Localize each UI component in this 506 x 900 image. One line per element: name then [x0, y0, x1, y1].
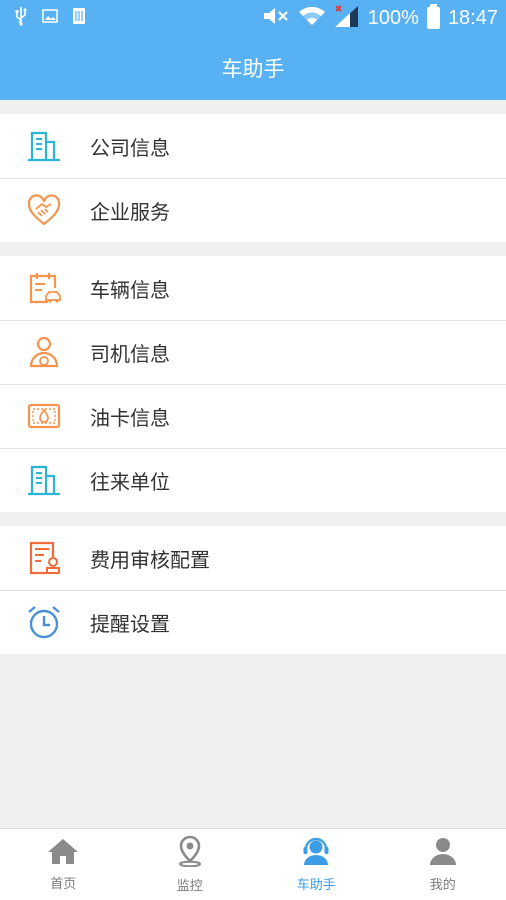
fuel-card-icon	[24, 396, 64, 436]
user-icon	[428, 836, 458, 870]
menu-group-company: 公司信息 企业服务	[0, 114, 506, 242]
menu-item-enterprise-service[interactable]: 企业服务	[0, 178, 506, 242]
customer-service-icon	[301, 836, 331, 870]
menu-item-label: 车辆信息	[90, 277, 170, 302]
menu-item-label: 公司信息	[90, 135, 170, 160]
menu-item-label: 往来单位	[90, 469, 170, 494]
sim-icon	[72, 7, 86, 29]
alarm-clock-icon	[24, 602, 64, 642]
home-icon	[47, 837, 79, 869]
app-header: 车助手	[0, 36, 506, 100]
menu-item-fuel-card-info[interactable]: 油卡信息	[0, 384, 506, 448]
clock-time: 18:47	[447, 6, 498, 29]
wifi-icon	[298, 5, 326, 31]
status-bar: 100% 18:47	[0, 0, 506, 36]
tab-label: 监控	[176, 879, 203, 894]
building-icon	[24, 460, 64, 500]
menu-item-label: 企业服务	[90, 199, 170, 224]
tab-mine[interactable]: 我的	[380, 829, 506, 900]
tab-monitor[interactable]: 监控	[127, 829, 254, 900]
battery-percent: 100%	[367, 6, 419, 29]
menu-group-settings: 费用审核配置 提醒设置	[0, 526, 506, 654]
handshake-heart-icon	[24, 190, 64, 230]
tab-car-assistant[interactable]: 车助手	[253, 829, 380, 900]
menu-item-expense-audit-config[interactable]: 费用审核配置	[0, 526, 506, 590]
driver-icon	[24, 332, 64, 372]
tab-label: 首页	[50, 877, 77, 892]
menu-item-driver-info[interactable]: 司机信息	[0, 320, 506, 384]
menu-item-label: 油卡信息	[90, 405, 170, 430]
battery-icon	[426, 4, 440, 29]
menu-item-company-info[interactable]: 公司信息	[0, 114, 506, 178]
menu-item-label: 司机信息	[90, 341, 170, 366]
location-pin-icon	[176, 835, 204, 871]
menu-item-label: 费用审核配置	[90, 547, 210, 572]
menu-item-label: 提醒设置	[90, 611, 170, 636]
tab-home[interactable]: 首页	[0, 829, 127, 900]
signal-icon	[334, 4, 360, 32]
settings-list: 公司信息 企业服务 车辆信息 司机信息 油卡信息 往来单位 费用审核配置 提醒设…	[0, 100, 506, 654]
building-icon	[24, 126, 64, 166]
image-icon	[42, 8, 58, 28]
tab-label: 车助手	[296, 878, 336, 893]
menu-item-partner-units[interactable]: 往来单位	[0, 448, 506, 512]
vehicle-calendar-icon	[24, 268, 64, 308]
mute-icon	[262, 5, 290, 31]
page-title: 车助手	[221, 57, 285, 81]
menu-item-vehicle-info[interactable]: 车辆信息	[0, 256, 506, 320]
bottom-tab-bar: 首页 监控 车助手 我的	[0, 828, 506, 900]
tab-label: 我的	[429, 878, 456, 893]
expense-audit-icon	[24, 538, 64, 578]
menu-item-reminder-settings[interactable]: 提醒设置	[0, 590, 506, 654]
usb-icon	[14, 6, 28, 30]
menu-group-fleet: 车辆信息 司机信息 油卡信息 往来单位	[0, 256, 506, 512]
